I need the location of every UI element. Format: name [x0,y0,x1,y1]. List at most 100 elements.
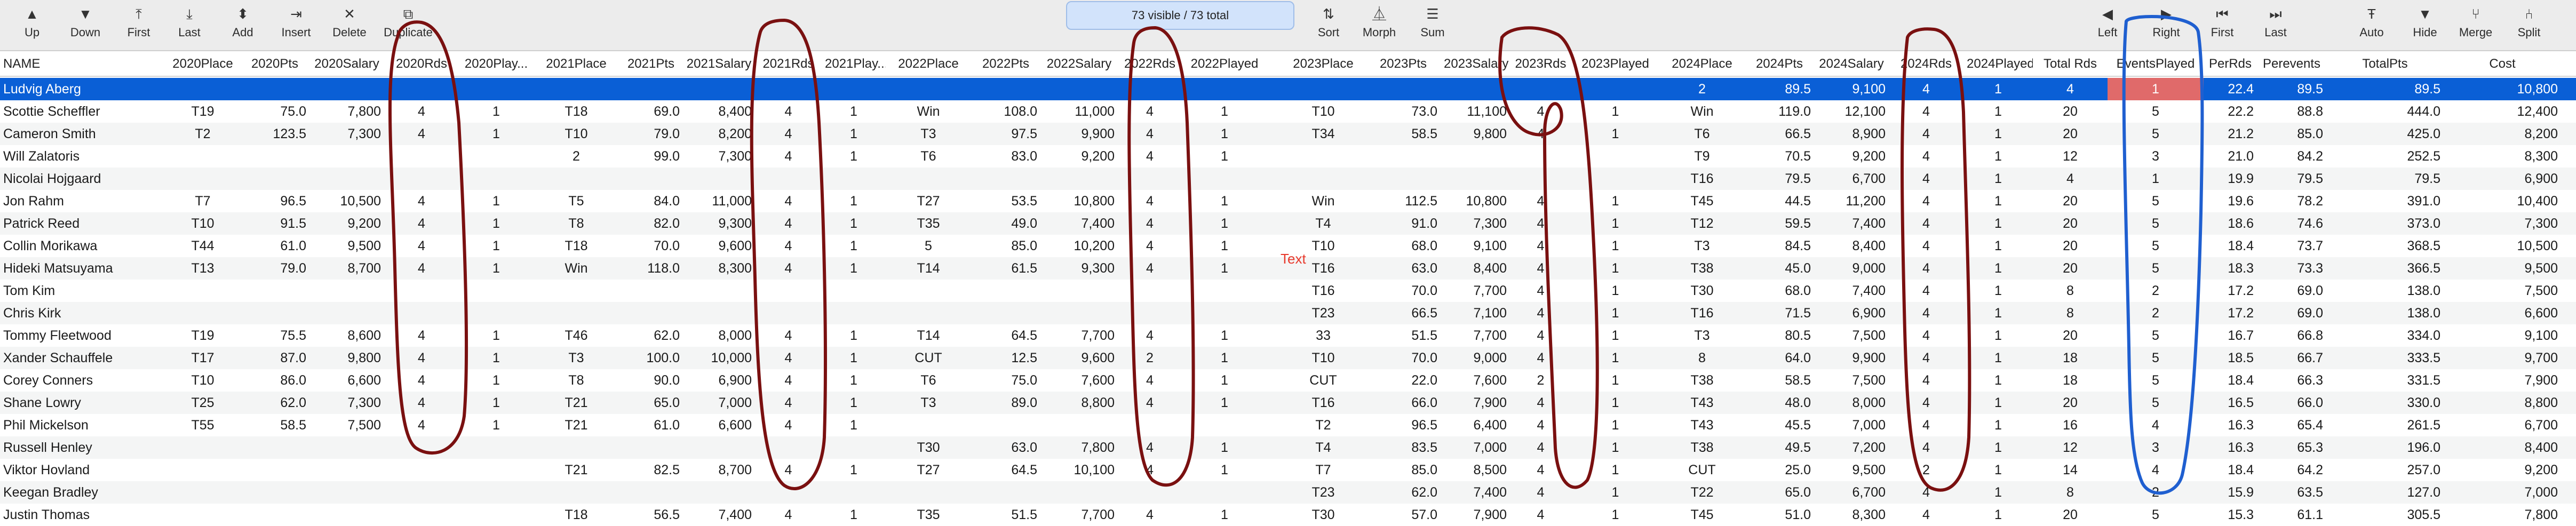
cell-2024rds[interactable]: 4 [1889,347,1963,369]
cell-2020place[interactable]: T10 [165,212,240,235]
cell-2021rds[interactable]: 4 [755,257,822,280]
cell-2021played[interactable] [822,280,886,302]
column-header-2022salary[interactable]: 2022Salary [1040,51,1118,77]
cell-2020place[interactable]: T19 [165,324,240,347]
cell-2022rds[interactable]: 4 [1118,504,1182,526]
cell-2021pts[interactable] [619,302,683,324]
cell-2020place[interactable]: T25 [165,392,240,414]
cell-2023rds[interactable]: 4 [1510,481,1571,504]
cell-2021place[interactable]: T10 [534,123,619,145]
table-row[interactable]: Patrick Reed T10 91.5 9,200 4 1 T8 82.0 9,300 4 1 T… [0,212,2576,235]
cell-eventsplayed[interactable]: 2 [2108,280,2204,302]
cell-2023played[interactable]: 1 [1571,504,1659,526]
cell-cost[interactable]: 6,900 [2444,168,2561,190]
cell-perrds[interactable]: 16.5 [2204,392,2257,414]
cell-2020pts[interactable]: 91.5 [240,212,309,235]
cell-2023salary[interactable]: 7,100 [1441,302,1510,324]
cell-2022rds[interactable]: 4 [1118,436,1182,459]
cell-perrds[interactable]: 18.3 [2204,257,2257,280]
cell-2020played[interactable]: 1 [459,257,534,280]
cell-2022pts[interactable]: 51.5 [971,504,1040,526]
cell-2024pts[interactable]: 119.0 [1745,100,1814,123]
cell-2023played[interactable]: 1 [1571,212,1659,235]
cell-2024place[interactable]: Win [1659,100,1745,123]
column-header-2020pts[interactable]: 2020Pts [240,51,309,77]
cell-2023pts[interactable]: 83.5 [1366,436,1441,459]
cell-2024pts[interactable]: 48.0 [1745,392,1814,414]
column-header-2024rds[interactable]: 2024Rds [1889,51,1963,77]
cell-2020place[interactable] [165,302,240,324]
cell-2021pts[interactable]: 118.0 [619,257,683,280]
cell-2020place[interactable] [165,168,240,190]
cell-2023played[interactable]: 1 [1571,302,1659,324]
cell-2024pts[interactable]: 89.5 [1745,78,1814,100]
cell-totalpts[interactable]: 138.0 [2326,302,2444,324]
cell-cost[interactable]: 9,500 [2444,257,2561,280]
cell-2021pts[interactable]: 69.0 [619,100,683,123]
cell-2022salary[interactable]: 7,700 [1040,504,1118,526]
cell-2021pts[interactable] [619,168,683,190]
toolbar-first-button[interactable]: ⏮ First [2196,3,2249,48]
cell-2024rds[interactable]: 4 [1889,168,1963,190]
cell-2020pts[interactable]: 61.0 [240,235,309,257]
cell-2022played[interactable]: 1 [1182,504,1267,526]
cell-2023pts[interactable] [1366,168,1441,190]
cell-perevents[interactable]: 66.3 [2257,369,2326,392]
cell-2024rds[interactable]: 2 [1889,459,1963,481]
cell-2022place[interactable] [886,280,971,302]
cell-2022place[interactable]: T6 [886,369,971,392]
cell-2021rds[interactable]: 4 [755,324,822,347]
cell-2024salary[interactable]: 7,500 [1814,369,1889,392]
cell-2023rds[interactable]: 4 [1510,280,1571,302]
table-row[interactable]: Tom Kim T16 70.0 7,700 4 1 T30 68.0 7,400 4 1 8 2 17.… [0,280,2576,302]
cell-2023rds[interactable]: 4 [1510,414,1571,436]
cell-2023rds[interactable]: 4 [1510,324,1571,347]
cell-2023rds[interactable]: 4 [1510,436,1571,459]
cell-perevents[interactable]: 73.7 [2257,235,2326,257]
cell-2021pts[interactable]: 65.0 [619,392,683,414]
cell-perrds[interactable]: 18.4 [2204,369,2257,392]
cell-2020played[interactable] [459,459,534,481]
cell-2023salary[interactable]: 7,400 [1441,481,1510,504]
column-header-eventsplayed[interactable]: EventsPlayed [2108,51,2204,77]
cell-perrds[interactable]: 17.2 [2204,302,2257,324]
cell-2020played[interactable]: 1 [459,414,534,436]
cell-2020played[interactable] [459,78,534,100]
cell-2022played[interactable]: 1 [1182,392,1267,414]
cell-2023salary[interactable]: 7,700 [1441,280,1510,302]
cell-2022salary[interactable]: 7,700 [1040,324,1118,347]
cell-2023pts[interactable] [1366,145,1441,168]
cell-2020played[interactable] [459,504,534,526]
cell-2023rds[interactable]: 4 [1510,302,1571,324]
cell-2021pts[interactable]: 62.0 [619,324,683,347]
cell-2020played[interactable] [459,280,534,302]
cell-2020pts[interactable] [240,78,309,100]
cell-2022salary[interactable]: 7,600 [1040,369,1118,392]
cell-2020rds[interactable] [384,280,459,302]
table-row[interactable]: Phil Mickelson T55 58.5 7,500 4 1 T21 61.0 6,600… [0,414,2576,436]
cell-2022pts[interactable] [971,168,1040,190]
cell-2022played[interactable] [1182,78,1267,100]
cell-2021played[interactable] [822,302,886,324]
cell-totalpts[interactable]: 391.0 [2326,190,2444,212]
cell-2021played[interactable]: 1 [822,190,886,212]
column-header-2023salary[interactable]: 2023Salary [1441,51,1510,77]
cell-2024played[interactable]: 1 [1963,324,2033,347]
cell-total-rds[interactable]: 16 [2033,414,2108,436]
cell-2022rds[interactable]: 4 [1118,123,1182,145]
cell-2024salary[interactable]: 6,700 [1814,481,1889,504]
cell-2022rds[interactable]: 4 [1118,145,1182,168]
cell-totalpts[interactable]: 261.5 [2326,414,2444,436]
cell-2022pts[interactable]: 64.5 [971,459,1040,481]
cell-2024played[interactable]: 1 [1963,369,2033,392]
cell-2020pts[interactable]: 96.5 [240,190,309,212]
cell-2020rds[interactable]: 4 [384,257,459,280]
cell-2022pts[interactable]: 83.0 [971,145,1040,168]
cell-2023place[interactable]: T10 [1281,100,1366,123]
column-header-totalpts[interactable]: TotalPts [2326,51,2444,77]
cell-perevents[interactable]: 73.3 [2257,257,2326,280]
column-header-2021pts[interactable]: 2021Pts [619,51,683,77]
cell-2020place[interactable] [165,481,240,504]
cell-2021salary[interactable]: 8,000 [683,324,755,347]
cell-2021played[interactable]: 1 [822,347,886,369]
